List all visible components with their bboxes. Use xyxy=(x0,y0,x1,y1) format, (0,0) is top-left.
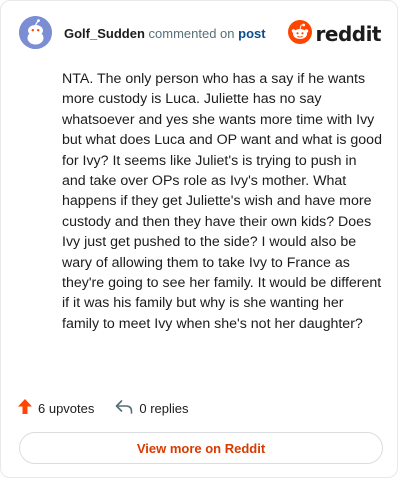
upvotes-count: 6 upvotes xyxy=(38,400,95,416)
comment-header: Golf_Sudden commented on post reddit xyxy=(19,15,382,51)
post-link[interactable]: post xyxy=(238,26,265,41)
comment-body: NTA. The only person who has a say if he… xyxy=(62,71,382,332)
view-more-button[interactable]: View more on Reddit xyxy=(19,432,383,464)
replies-stat[interactable]: 0 replies xyxy=(115,399,189,417)
author-line: Golf_Sudden commented on post xyxy=(64,26,266,41)
author-name[interactable]: Golf_Sudden xyxy=(64,26,145,41)
reply-arrow-icon xyxy=(115,399,133,417)
replies-count: 0 replies xyxy=(139,400,189,416)
snoo-avatar-icon[interactable] xyxy=(19,16,52,49)
reddit-wordmark: reddit xyxy=(315,22,382,46)
reddit-logo[interactable]: reddit xyxy=(287,19,382,49)
action-text: commented on xyxy=(148,26,235,41)
upvote-arrow-icon xyxy=(18,399,32,417)
comment-card: Golf_Sudden commented on post reddit NTA… xyxy=(0,0,398,478)
reddit-snoo-icon xyxy=(287,19,312,49)
upvotes-stat[interactable]: 6 upvotes xyxy=(18,399,94,417)
comment-footer: 6 upvotes 0 replies xyxy=(18,397,381,419)
